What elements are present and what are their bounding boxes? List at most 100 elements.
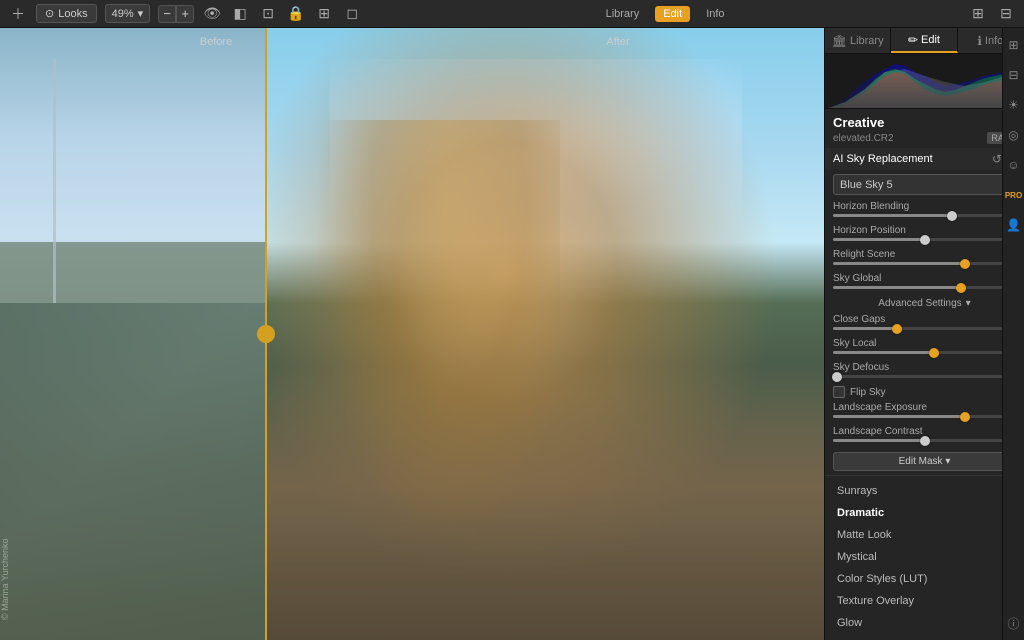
person-strip-icon[interactable]: 👤 (1005, 216, 1023, 234)
advanced-settings-label: Advanced Settings (878, 298, 961, 309)
main-layout: Before After (0, 28, 1024, 640)
edit-tab-label: Edit (921, 34, 940, 46)
horizon-blending-fill (833, 214, 952, 217)
zoom-in-button[interactable]: + (176, 5, 194, 23)
right-icon-strip: ⊞ ⊟ ☀ ◎ ☺ PRO 👤 ⓘ (1002, 28, 1024, 640)
antenna (53, 59, 56, 304)
info-tab-icon: ℹ (977, 34, 982, 48)
sky-local-thumb[interactable] (929, 348, 939, 358)
menu-item-sunrays[interactable]: Sunrays (825, 480, 1024, 502)
sky-global-thumb[interactable] (956, 283, 966, 293)
flip-sky-row: Flip Sky (825, 384, 1024, 400)
landscape-contrast-thumb[interactable] (920, 436, 930, 446)
zoom-value: 49% (112, 8, 134, 20)
pro-strip-badge: PRO (1005, 186, 1023, 204)
sky-defocus-track[interactable] (833, 375, 1016, 378)
layers-strip-icon[interactable]: ⊞ (1005, 36, 1023, 54)
sky-local-label: Sky Local (833, 338, 876, 349)
creative-section-header: Creative (825, 109, 1024, 132)
edit-tab-icon: ✏ (908, 33, 918, 47)
topbar-center: Library Edit Info (598, 6, 733, 22)
sky-global-fill (833, 286, 961, 289)
undo-icon[interactable]: ↺ (992, 152, 1002, 166)
crop-icon[interactable]: ⊡ (258, 4, 278, 24)
relight-scene-label-row: Relight Scene 31 (833, 249, 1016, 260)
advanced-settings-button[interactable]: Advanced Settings ▾ (825, 295, 1024, 312)
window-icon[interactable]: ◻ (342, 4, 362, 24)
horizon-position-track[interactable] (833, 238, 1016, 241)
relight-scene-thumb[interactable] (960, 259, 970, 269)
compare-icon[interactable]: ◧ (230, 4, 250, 24)
info-tab-label: Info (985, 35, 1003, 47)
close-gaps-track[interactable] (833, 327, 1016, 330)
landscape-contrast-row: Landscape Contrast 0 (825, 424, 1024, 448)
looks-button[interactable]: ⊙ Looks (36, 4, 97, 23)
relight-scene-fill (833, 262, 965, 265)
zoom-out-button[interactable]: − (158, 5, 176, 23)
tools-icon[interactable]: ⊟ (996, 4, 1016, 24)
landscape-exposure-track[interactable] (833, 415, 1016, 418)
hair-overlay (313, 120, 560, 548)
sky-defocus-row: Sky Defocus 0 (825, 360, 1024, 384)
photo-canvas: © Marina Yurchenko (0, 28, 824, 640)
split-handle[interactable] (257, 325, 275, 343)
sky-defocus-thumb[interactable] (832, 372, 842, 382)
landscape-exposure-row: Landscape Exposure 31 (825, 400, 1024, 424)
horizon-position-thumb[interactable] (920, 235, 930, 245)
sky-local-track[interactable] (833, 351, 1016, 354)
library-tab-label: Library (850, 35, 884, 47)
sky-local-label-row: Sky Local 25 (833, 338, 1016, 349)
horizon-blending-track[interactable] (833, 214, 1016, 217)
layers-icon[interactable]: ⊞ (968, 4, 988, 24)
grid-icon[interactable]: ⊞ (314, 4, 334, 24)
panel-content[interactable]: Creative elevated.CR2 RAW AI Sky Replace… (825, 109, 1024, 640)
menu-item-texture-overlay[interactable]: Texture Overlay (825, 590, 1024, 612)
landscape-exposure-label: Landscape Exposure (833, 402, 927, 413)
histogram (825, 54, 1024, 109)
tab-library[interactable]: Library (598, 6, 648, 22)
topbar-right: ⊞ ⊟ (968, 4, 1016, 24)
relight-scene-label: Relight Scene (833, 249, 895, 260)
tab-info[interactable]: Info (698, 6, 732, 22)
tab-edit[interactable]: Edit (655, 6, 690, 22)
flip-sky-checkbox[interactable] (833, 386, 845, 398)
split-line[interactable] (265, 28, 267, 640)
add-icon[interactable]: ＋ (8, 4, 28, 24)
horizon-blending-label-row: Horizon Blending 20 (833, 201, 1016, 212)
eye-icon[interactable]: 👁 (202, 4, 222, 24)
sky-preset-value: Blue Sky 5 (840, 179, 893, 191)
right-panel-tabs: 🏛 Library ✏ Edit ℹ Info (825, 28, 1024, 54)
menu-item-dramatic[interactable]: Dramatic (825, 502, 1024, 524)
histogram-svg (825, 54, 1024, 108)
image-area[interactable]: Before After (0, 28, 824, 640)
close-gaps-row: Close Gaps 10 (825, 312, 1024, 336)
horizon-blending-row: Horizon Blending 20 (825, 199, 1024, 223)
sky-global-track[interactable] (833, 286, 1016, 289)
sun-strip-icon[interactable]: ☀ (1005, 96, 1023, 114)
menu-item-glow[interactable]: Glow (825, 612, 1024, 634)
menu-item-mystical[interactable]: Mystical (825, 546, 1024, 568)
landscape-contrast-label: Landscape Contrast (833, 426, 923, 437)
tab-library-right[interactable]: 🏛 Library (825, 28, 891, 53)
adjustments-strip-icon[interactable]: ⊟ (1005, 66, 1023, 84)
tab-edit-right[interactable]: ✏ Edit (891, 28, 957, 53)
zoom-chevron: ▾ (138, 7, 144, 20)
relight-scene-track[interactable] (833, 262, 1016, 265)
landscape-contrast-track[interactable] (833, 439, 1016, 442)
sky-defocus-label-row: Sky Defocus 0 (833, 362, 1016, 373)
looks-icon: ⊙ (45, 7, 54, 20)
zoom-controls: − + (158, 5, 194, 23)
horizon-blending-thumb[interactable] (947, 211, 957, 221)
lock-icon[interactable]: 🔒 (286, 4, 306, 24)
smile-strip-icon[interactable]: ☺ (1005, 156, 1023, 174)
menu-item-color-styles[interactable]: Color Styles (LUT) (825, 568, 1024, 590)
close-gaps-thumb[interactable] (892, 324, 902, 334)
menu-item-matte-look[interactable]: Matte Look (825, 524, 1024, 546)
edit-mask-button[interactable]: Edit Mask ▾ (833, 452, 1016, 471)
sky-preset-dropdown[interactable]: Blue Sky 5 ▾ (833, 174, 1016, 195)
close-gaps-label-row: Close Gaps 10 (833, 314, 1016, 325)
horizon-position-row: Horizon Position 0 (825, 223, 1024, 247)
color-wheel-strip-icon[interactable]: ◎ (1005, 126, 1023, 144)
info-strip-icon[interactable]: ⓘ (1005, 614, 1023, 632)
landscape-exposure-thumb[interactable] (960, 412, 970, 422)
